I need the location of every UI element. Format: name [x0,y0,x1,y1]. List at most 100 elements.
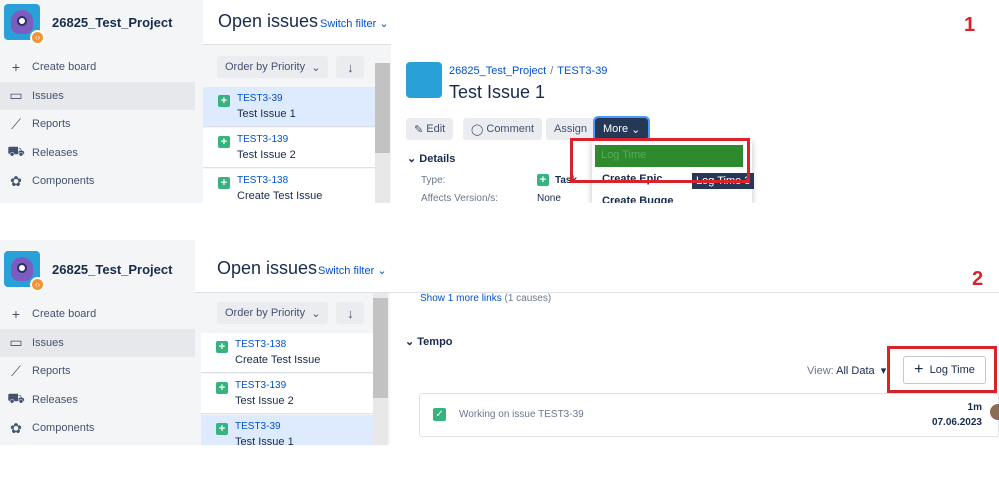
view-filter[interactable]: View: All Data ▾ [807,364,886,377]
worklog-description: Working on issue TEST3-39 [459,409,584,420]
sidebar-item-releases[interactable]: ⛟ Releases [0,386,195,415]
issue-list: Order by Priority ⌄ ↓ + TEST3-39 Test Is… [203,45,391,203]
comment-icon: ◯ [471,123,484,136]
issue-key: TEST3-138 [237,175,289,186]
task-type-icon: + [216,423,228,435]
chevron-down-icon: ⌄ [377,265,387,277]
releases-icon: ⛟ [7,390,25,407]
chevron-down-icon: ⌄ [311,61,321,74]
breadcrumb: 26825_Test_Project / TEST3-39 [449,65,608,77]
sidebar-item-components[interactable]: ✿ Components [0,167,203,196]
switch-filter-link[interactable]: Switch filter ⌄ [318,264,387,277]
page-title: Open issues [218,11,319,31]
sidebar: ‹› 26825_Test_Project + Create board ▭ Iss… [0,240,195,445]
sidebar-item-components[interactable]: ✿ Components [0,414,195,443]
affects-version-label: Affects Version/s: [421,193,499,203]
issue-title: Test Issue 1 [449,82,546,102]
affects-version-value: None [537,193,561,203]
project-badge-icon: ‹› [30,277,45,292]
issue-summary: Test Issue 1 [237,108,296,120]
scrollbar-thumb[interactable] [375,63,390,153]
issue-list-item[interactable]: + TEST3-139 Test Issue 2 [201,374,373,414]
sort-direction-button[interactable]: ↓ [336,302,365,324]
sidebar-nav: + Create board ▭ Issues ⟋ Reports ⛟ Releases… [0,300,195,443]
step-marker: 1 [964,14,976,36]
issue-list: Order by Priority ⌄ ↓ + TEST3-138 Create… [195,293,390,445]
chevron-down-icon: ⌄ [407,153,417,165]
arrow-down-icon: ↓ [347,305,354,321]
issue-summary: Create Test Issue [237,190,323,202]
sidebar-item-issues[interactable]: ▭ Issues [0,81,195,110]
project-header[interactable]: ‹› 26825_Test_Project [4,251,173,292]
order-by-dropdown[interactable]: Order by Priority ⌄ [217,302,329,324]
plus-icon: + [11,59,21,76]
details-section-header[interactable]: ⌄ Details [407,152,455,165]
issue-list-item[interactable]: + TEST3-138 Create Test Issue [203,169,375,203]
checkbox-checked-icon[interactable]: ✓ [433,408,446,421]
sidebar-item-reports[interactable]: ⟋ Reports [0,357,195,386]
project-avatar: ‹› [4,251,45,292]
highlight-box [887,346,997,393]
sidebar-item-releases[interactable]: ⛟ Releases [0,139,203,168]
sidebar-item-create-board[interactable]: + Create board [0,53,203,82]
project-avatar: ‹› [4,4,45,45]
project-name: 26825_Test_Project [52,261,173,277]
issue-list-item[interactable]: + TEST3-39 Test Issue 1 [201,415,373,445]
sidebar-nav: + Create board ▭ Issues ⟋ Reports ⛟ Releases… [0,53,203,196]
worklog-date: 07.06.2023 [931,417,982,428]
chevron-down-icon: ⌄ [405,336,415,348]
chevron-down-icon: ⌄ [631,123,641,136]
issue-list-item[interactable]: + TEST3-138 Create Test Issue [201,333,373,373]
task-type-icon: + [218,95,230,107]
sidebar-item-create-board[interactable]: + Create board [0,300,195,329]
components-icon: ✿ [10,172,22,189]
issue-list-item[interactable]: + TEST3-139 Test Issue 2 [203,128,375,168]
issue-summary: Test Issue 1 [235,436,294,445]
task-type-icon: + [218,136,230,148]
sidebar: ‹› 26825_Test_Project + Create board ▭ Iss… [0,0,203,203]
task-type-icon: + [537,174,549,186]
project-header[interactable]: ‹› 26825_Test_Project [4,4,172,45]
sidebar-item-issues[interactable]: ▭ Issues [0,328,195,357]
issues-icon: ▭ [9,334,23,351]
breadcrumb-issue-link[interactable]: TEST3-39 [557,65,607,77]
issue-summary: Test Issue 2 [235,395,294,407]
issue-key: TEST3-138 [235,339,287,350]
tempo-section-header[interactable]: ⌄ Tempo [405,335,453,348]
scrollbar-thumb[interactable] [373,298,388,398]
caret-down-icon: ▾ [877,365,887,377]
task-type-icon: + [216,382,228,394]
order-by-dropdown[interactable]: Order by Priority ⌄ [217,56,329,78]
more-button[interactable]: More ⌄ [592,116,651,142]
edit-button[interactable]: ✎ Edit [406,118,454,140]
releases-icon: ⛟ [7,143,25,160]
issue-key: TEST3-139 [235,380,287,391]
highlight-box [570,138,750,183]
plus-icon: + [11,306,21,323]
issue-key: TEST3-139 [237,134,289,145]
comment-button[interactable]: ◯ Comment [463,118,543,140]
issue-summary: Create Test Issue [235,354,321,366]
assign-button[interactable]: Assign [546,118,596,140]
show-more-links[interactable]: Show 1 more links [420,293,502,304]
issue-list-item[interactable]: + TEST3-39 Test Issue 1 [203,87,375,127]
breadcrumb-project-link[interactable]: 26825_Test_Project [449,65,546,77]
issues-icon: ▭ [9,87,23,104]
worklog-entry[interactable]: ✓ Working on issue TEST3-39 1m 07.06.202… [419,393,999,437]
project-badge-icon: ‹› [30,30,45,45]
worklog-duration: 1m [967,402,982,413]
issue-key: TEST3-39 [235,421,281,432]
project-avatar [406,62,442,98]
menu-item-create-bugge[interactable]: Create Bugge [602,195,674,203]
switch-filter-link[interactable]: Switch filter ⌄ [320,17,389,30]
step-marker: 2 [972,268,984,290]
reports-icon: ⟋ [11,115,21,132]
links-row: Show 1 more links (1 causes) [420,293,552,304]
chevron-down-icon: ⌄ [311,307,321,320]
issue-key: TEST3-39 [237,93,283,104]
issue-summary: Test Issue 2 [237,149,296,161]
sort-direction-button[interactable]: ↓ [336,56,365,78]
reports-icon: ⟋ [11,362,21,379]
sidebar-item-reports[interactable]: ⟋ Reports [0,110,203,139]
components-icon: ✿ [10,419,22,436]
